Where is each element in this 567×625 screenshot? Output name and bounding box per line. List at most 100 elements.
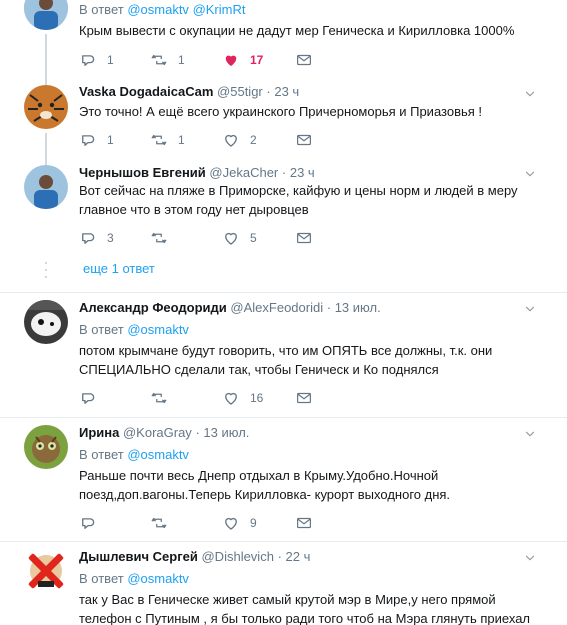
chevron-down-icon[interactable] bbox=[523, 87, 537, 101]
reply-to: В ответ @osmaktv bbox=[79, 447, 189, 462]
message-button[interactable] bbox=[295, 131, 313, 149]
chevron-down-icon[interactable] bbox=[523, 427, 537, 441]
mention-link[interactable]: @KrimRt bbox=[193, 2, 246, 17]
like-count: 5 bbox=[250, 231, 257, 245]
reply-to: В ответ @osmaktv bbox=[79, 571, 189, 586]
heart-icon bbox=[222, 131, 240, 149]
avatar[interactable] bbox=[24, 85, 68, 129]
reply-button[interactable]: 1 bbox=[79, 131, 114, 149]
tweet-text-line: СПЕЦИАЛЬНО сделали так, чтобы Геническ и… bbox=[79, 362, 439, 377]
tweet-text-line: так у Вас в Геническе живет самый крутой… bbox=[79, 592, 496, 607]
mail-icon bbox=[295, 51, 313, 69]
reply-button[interactable]: 3 bbox=[79, 229, 114, 247]
avatar[interactable] bbox=[24, 300, 68, 344]
author-handle[interactable]: @JekaCher bbox=[209, 165, 278, 180]
retweet-button[interactable] bbox=[150, 389, 168, 407]
author-name[interactable]: Чернышов Евгений bbox=[79, 165, 206, 180]
tweet-text-line: поезд,доп.вагоны.Теперь Кирилловка- куро… bbox=[79, 487, 451, 502]
mention-link[interactable]: @osmaktv bbox=[127, 447, 189, 462]
retweet-button[interactable]: 1 bbox=[150, 131, 185, 149]
mail-icon bbox=[295, 229, 313, 247]
reply-icon bbox=[79, 51, 97, 69]
timestamp[interactable]: 23 ч bbox=[290, 165, 315, 180]
like-button[interactable]: 2 bbox=[222, 131, 257, 149]
author-handle[interactable]: @KoraGray bbox=[123, 425, 192, 440]
reply-icon bbox=[79, 389, 97, 407]
tweet-actions: 9 bbox=[79, 514, 339, 532]
mail-icon bbox=[295, 514, 313, 532]
timestamp[interactable]: 13 июл. bbox=[203, 425, 249, 440]
author-handle[interactable]: @55tigr bbox=[217, 84, 263, 99]
mention-link[interactable]: @osmaktv bbox=[127, 2, 189, 17]
like-button[interactable]: 16 bbox=[222, 389, 263, 407]
mention-link[interactable]: @osmaktv bbox=[127, 571, 189, 586]
like-button[interactable]: 17 bbox=[222, 51, 263, 69]
tweet-actions: 1 1 17 bbox=[79, 51, 339, 69]
like-count: 16 bbox=[250, 391, 264, 405]
avatar[interactable] bbox=[24, 0, 68, 30]
like-button[interactable]: 9 bbox=[222, 514, 257, 532]
reply-to: В ответ @osmaktv bbox=[79, 322, 189, 337]
author-name[interactable]: Александр Феодориди bbox=[79, 300, 227, 315]
mention-link[interactable]: @osmaktv bbox=[127, 322, 189, 337]
tweet: Ирина @KoraGray · 13 июл. В ответ @osmak… bbox=[0, 425, 567, 535]
avatar[interactable] bbox=[24, 165, 68, 209]
tweet-header: Vaska DogadaicaCam @55tigr · 23 ч bbox=[79, 84, 299, 100]
author-name[interactable]: Дышлевич Сергей bbox=[79, 549, 198, 564]
author-name[interactable]: Vaska DogadaicaCam bbox=[79, 84, 213, 99]
message-button[interactable] bbox=[295, 229, 313, 247]
tweet-header: Александр Феодориди @AlexFeodoridi · 13 … bbox=[79, 300, 381, 316]
reply-count: 1 bbox=[107, 53, 114, 67]
chevron-down-icon[interactable] bbox=[523, 302, 537, 316]
thread-dots bbox=[45, 262, 47, 283]
like-count: 9 bbox=[250, 516, 257, 530]
retweet-count: 1 bbox=[178, 133, 185, 147]
tweet: Александр Феодориди @AlexFeodoridi · 13 … bbox=[0, 300, 567, 410]
separator: · bbox=[326, 300, 332, 315]
avatar[interactable] bbox=[24, 549, 68, 593]
author-name[interactable]: Ирина bbox=[79, 425, 119, 440]
timestamp[interactable]: 23 ч bbox=[274, 84, 299, 99]
tweet-text-line: телефон с Путиным , я бы только ради тог… bbox=[79, 611, 531, 625]
heart-icon bbox=[222, 389, 240, 407]
avatar[interactable] bbox=[24, 425, 68, 469]
like-count: 2 bbox=[250, 133, 257, 147]
tweet: Чернышов Евгений @JekaCher · 23 ч Вот се… bbox=[0, 165, 567, 255]
separator: · bbox=[281, 165, 287, 180]
retweet-button[interactable] bbox=[150, 514, 168, 532]
tweet-text-line: потом крымчане будут говорить, что им ОП… bbox=[79, 343, 493, 358]
message-button[interactable] bbox=[295, 389, 313, 407]
heart-icon bbox=[222, 51, 240, 69]
message-button[interactable] bbox=[295, 514, 313, 532]
message-button[interactable] bbox=[295, 51, 313, 69]
tweet-text: Вот сейчас на пляже в Приморске, кайфую … bbox=[79, 181, 549, 219]
retweet-icon bbox=[150, 389, 168, 407]
tweet-text: потом крымчане будут говорить, что им ОП… bbox=[79, 341, 539, 379]
heart-icon bbox=[222, 229, 240, 247]
show-more-replies-link[interactable]: еще 1 ответ bbox=[83, 261, 155, 276]
separator: · bbox=[266, 84, 271, 99]
timestamp[interactable]: 13 июл. bbox=[335, 300, 381, 315]
reply-count: 1 bbox=[107, 133, 114, 147]
chevron-down-icon[interactable] bbox=[523, 167, 537, 181]
author-handle[interactable]: @AlexFeodoridi bbox=[230, 300, 323, 315]
reply-button[interactable]: 1 bbox=[79, 51, 114, 69]
author-handle[interactable]: @Dishlevich bbox=[201, 549, 273, 564]
tweet-actions: 1 1 2 bbox=[79, 131, 339, 149]
like-count: 17 bbox=[250, 53, 264, 67]
tweet-text: Раньше почти весь Днепр отдыхал в Крыму.… bbox=[79, 466, 539, 504]
reply-button[interactable] bbox=[79, 389, 97, 407]
timestamp[interactable]: 22 ч bbox=[286, 549, 311, 564]
tweet: Дышлевич Сергей @Dishlevich · 22 ч В отв… bbox=[0, 549, 567, 625]
retweet-button[interactable] bbox=[150, 229, 168, 247]
retweet-count: 1 bbox=[178, 53, 185, 67]
chevron-down-icon[interactable] bbox=[523, 551, 537, 565]
tweet-text: так у Вас в Геническе живет самый крутой… bbox=[79, 590, 549, 625]
tweet-text: Это точно! А ещё всего украинского Приче… bbox=[79, 104, 483, 119]
tweet-text-line: главное что в этом году нет дыровцев bbox=[79, 202, 309, 217]
like-button[interactable]: 5 bbox=[222, 229, 257, 247]
tweet-text: Крым вывести с окупации не дадут мер Ген… bbox=[79, 23, 515, 38]
retweet-button[interactable]: 1 bbox=[150, 51, 185, 69]
reply-button[interactable] bbox=[79, 514, 97, 532]
tweet: В ответ @osmaktv @KrimRt Крым вывести с … bbox=[0, 0, 567, 102]
